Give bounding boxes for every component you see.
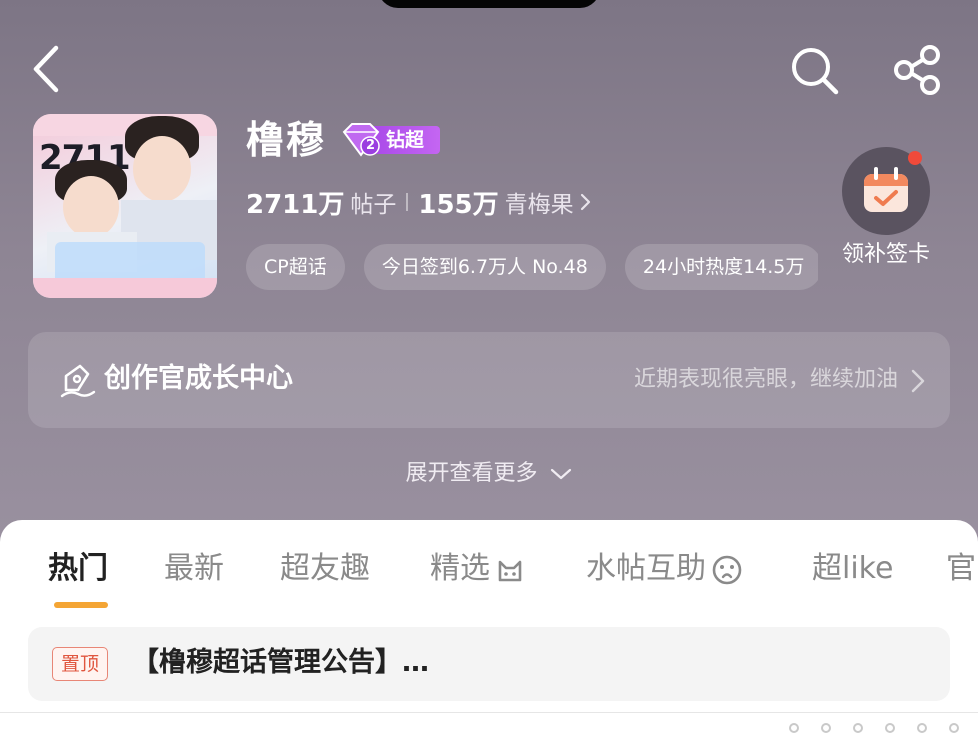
tab-official[interactable]: 官 [946, 544, 976, 594]
tab-hot[interactable]: 热门 [48, 544, 108, 594]
tag-cp[interactable]: CP超话 [246, 244, 345, 290]
expand-more-button[interactable]: 展开查看更多 [0, 454, 978, 494]
search-icon[interactable] [786, 42, 842, 98]
tab-water-post[interactable]: 水帖互助 [586, 544, 744, 594]
chevron-right-icon [911, 369, 925, 393]
divider [0, 712, 978, 713]
posts-count: 2711万 [246, 189, 345, 220]
fans-count[interactable]: 155万 [418, 184, 498, 221]
pinned-post[interactable]: 置顶 【橹穆超话管理公告】… [28, 627, 950, 701]
back-icon[interactable] [24, 42, 72, 96]
topic-tags: CP超话 今日签到6.7万人 No.48 24小时热度14.5万 [246, 244, 818, 292]
calendar-check-icon [864, 167, 908, 212]
chevron-right-icon[interactable] [578, 192, 594, 212]
makeup-checkin-button[interactable]: 领补签卡 [836, 145, 936, 305]
creator-center-title: 创作官成长中心 [104, 363, 293, 394]
topic-title: 橹穆 [246, 118, 327, 162]
tag-checkin-stats[interactable]: 今日签到6.7万人 No.48 [363, 244, 606, 290]
badge-label: 钻超 [386, 129, 425, 151]
super-topic-badge[interactable]: 2 钻超 [338, 122, 442, 158]
tab-latest[interactable]: 最新 [164, 544, 224, 594]
topic-stats: 2711万 帖子 155万 青梅果 [246, 180, 594, 224]
stat-divider [406, 193, 409, 211]
tab-super-like[interactable]: 超like [812, 544, 893, 594]
creator-center-subtitle: 近期表现很亮眼，继续加油 [633, 367, 898, 392]
fans-label[interactable]: 青梅果 [505, 185, 574, 219]
feed-panel: 热门 最新 超友趣 精选 水帖互助 超like 官 置顶 【橹穆超话管理公告】… [0, 520, 978, 733]
tab-fun[interactable]: 超友趣 [280, 544, 370, 594]
pinned-post-title: 【橹穆超话管理公告】… [132, 647, 429, 678]
badge-level: 2 [366, 138, 376, 153]
active-tab-indicator [54, 602, 108, 608]
pinned-badge: 置顶 [52, 647, 109, 681]
creator-center-banner[interactable]: 创作官成长中心 近期表现很亮眼，继续加油 [28, 332, 950, 428]
chevron-down-icon [550, 468, 571, 480]
expand-more-label: 展开查看更多 [405, 461, 538, 486]
cat-icon [498, 560, 522, 581]
diamond-icon [342, 123, 380, 157]
posts-label: 帖子 [350, 192, 397, 218]
notification-dot [908, 151, 922, 165]
creator-pen-icon [60, 364, 96, 398]
tab-water-post-label: 水帖互助 [586, 551, 706, 586]
camera-notch [378, 0, 600, 8]
feed-tabs: 热门 最新 超友趣 精选 水帖互助 超like 官 [0, 544, 978, 594]
face-icon [712, 555, 742, 584]
decorative-chain [786, 720, 976, 733]
tab-featured-label: 精选 [430, 551, 490, 586]
tab-featured[interactable]: 精选 [430, 544, 526, 594]
topic-cover-image[interactable]: 2711 [33, 114, 217, 298]
share-icon[interactable] [888, 42, 944, 98]
tag-heat[interactable]: 24小时热度14.5万 [624, 244, 818, 290]
makeup-checkin-label: 领补签卡 [841, 242, 930, 267]
